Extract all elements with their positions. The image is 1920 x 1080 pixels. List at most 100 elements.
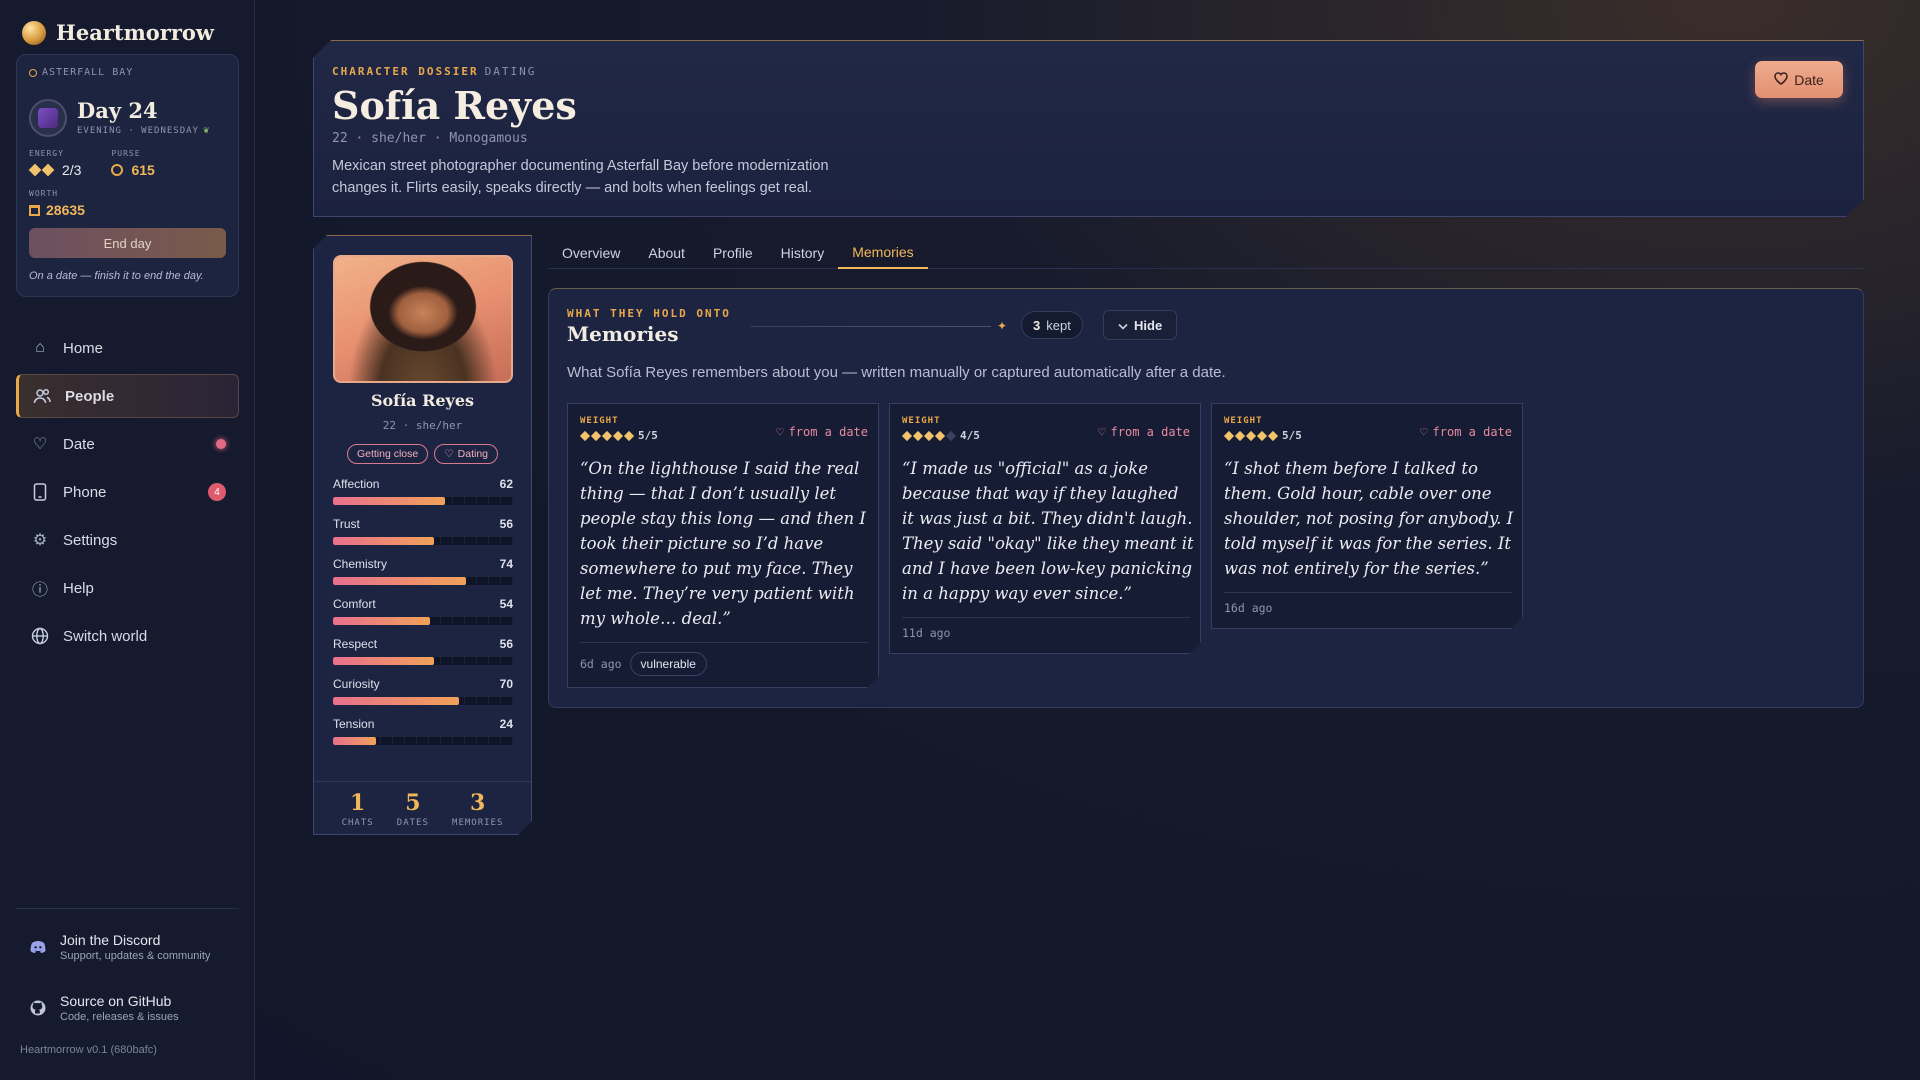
stat-bar [333,657,513,665]
dossier-kicker-label: CHARACTER DOSSIER [332,65,479,78]
version-label: Heartmorrow v0.1 (680bafc) [20,1044,157,1056]
resource-stats: ENERGY 2/3 PURSE 615 [28,149,155,178]
time-of-day: EVENING · WEDNESDAY ❦ [77,125,210,136]
worth-stat: WORTH 28635 [29,189,85,218]
day-row: Day 24 EVENING · WEDNESDAY ❦ [29,99,210,137]
nav-item-help[interactable]: ⓘ Help [16,566,239,610]
memory-card[interactable]: WEIGHT 4/5 ♡ from a date “I made us "offi… [889,403,1201,654]
brand-name: Heartmorrow [56,20,215,45]
stat-value: 56 [499,517,513,531]
stat-respect: Respect 56 [333,637,513,677]
hide-memories-button[interactable]: Hide [1103,310,1178,340]
character-description: Mexican street photographer documenting … [332,158,829,196]
tab-overview[interactable]: Overview [548,236,634,269]
weight-diamonds-icon [902,431,956,441]
date-button-label: Date [1794,71,1824,88]
purse-value: 615 [131,162,155,178]
stat-bar [333,697,513,705]
weight-rating: 4/5 [902,429,980,442]
kept-count-badge: 3 kept [1021,311,1083,339]
github-subtitle: Code, releases & issues [60,1011,179,1023]
nav-item-phone[interactable]: Phone 4 [16,470,239,514]
hide-label: Hide [1134,317,1163,333]
player-avatar[interactable] [29,99,67,137]
brand[interactable]: Heartmorrow [22,20,214,45]
stat-trust: Trust 56 [333,517,513,557]
tab-about[interactable]: About [634,236,699,269]
memory-quote: “On the lighthouse I said the real thing… [580,459,866,628]
memories-kicker: WHAT THEY HOLD ONTO [567,307,731,320]
memories-panel: WHAT THEY HOLD ONTO Memories ✦ 3 kept Hi… [548,288,1864,708]
gear-icon: ⚙ [32,532,48,549]
nav-item-date[interactable]: ♡ Date [16,422,239,466]
character-portrait[interactable] [333,255,513,383]
energy-value: 2/3 [62,162,82,178]
memories-count: 3 [470,790,486,816]
nav-label: People [65,387,115,405]
stat-bar-fill [333,537,434,545]
stat-bar-fill [333,497,445,505]
sidebar-divider [16,908,239,909]
dating-badge: ♡ Dating [434,444,498,464]
stat-label: Curiosity [333,677,380,691]
date-button[interactable]: Date [1755,61,1843,98]
stat-bar [333,497,513,505]
stat-label: Affection [333,477,380,491]
phone-icon [31,483,49,501]
stat-label: Tension [333,717,375,731]
character-meta: 22 · she/her · Monogamous [332,131,528,146]
memories-total: 3 MEMORIES [452,790,503,828]
chats-total: 1 CHATS [342,790,374,828]
time-of-day-label: EVENING · WEDNESDAY [77,125,199,136]
stat-tension: Tension 24 [333,717,513,757]
relationship-pills: Getting close ♡ Dating [314,444,531,464]
tab-history[interactable]: History [767,236,839,269]
relationship-status: DATING [484,65,537,78]
memory-source-label: from a date [1432,425,1512,439]
stat-value: 54 [499,597,513,611]
stat-value: 56 [499,637,513,651]
memory-tag[interactable]: vulnerable [630,652,707,676]
memory-card[interactable]: WEIGHT 5/5 ♡ from a date “On the lighthou… [567,403,879,688]
stat-affection: Affection 62 [333,477,513,517]
stat-bar [333,617,513,625]
stat-bar-fill [333,697,459,705]
nav-item-people[interactable]: People [16,374,239,418]
github-link[interactable]: Source on GitHub Code, releases & issues [30,993,179,1023]
nav-label: Settings [63,531,118,549]
worth-label: WORTH [29,189,59,198]
memory-source: ♡ from a date [1098,422,1190,442]
memory-footer: 11d ago [902,626,950,640]
nav-item-switch-world[interactable]: Switch world [16,614,239,658]
nav-item-home[interactable]: ⌂ Home [16,326,239,370]
tab-memories[interactable]: Memories [838,236,928,269]
memory-card[interactable]: WEIGHT 5/5 ♡ from a date “I shot them bef… [1211,403,1523,629]
home-icon: ⌂ [35,339,45,356]
stat-label: Trust [333,517,360,531]
discord-link[interactable]: Join the Discord Support, updates & comm… [30,932,210,962]
energy-diamonds-icon [28,163,55,177]
tab-profile[interactable]: Profile [699,236,767,269]
nav-label: Date [63,435,95,453]
stat-chemistry: Chemistry 74 [333,557,513,597]
relationship-totals: 1 CHATS 5 DATES 3 MEMORIES [314,781,531,828]
stat-label: Respect [333,637,378,651]
brand-logo-icon [22,20,46,45]
weight-diamonds-icon [580,431,634,441]
energy-label: ENERGY [29,149,64,158]
stat-bar-fill [333,617,430,625]
dossier-tabs: Overview About Profile History Memories [548,236,1864,269]
bank-icon [29,204,40,216]
memory-age: 16d ago [1224,601,1273,615]
memory-age: 11d ago [902,626,951,640]
chats-label: CHATS [341,818,374,828]
day-counter: Day 24 [77,98,158,123]
nav-label: Home [63,339,104,357]
nav-item-settings[interactable]: ⚙ Settings [16,518,239,562]
memory-quote: “I shot them before I talked to them. Go… [1224,459,1514,578]
end-day-button[interactable]: End day [29,228,226,258]
weight-score: 5/5 [1282,429,1302,442]
kept-count: 3 [1033,317,1041,333]
info-icon: ⓘ [31,582,48,599]
discord-icon [30,939,46,955]
